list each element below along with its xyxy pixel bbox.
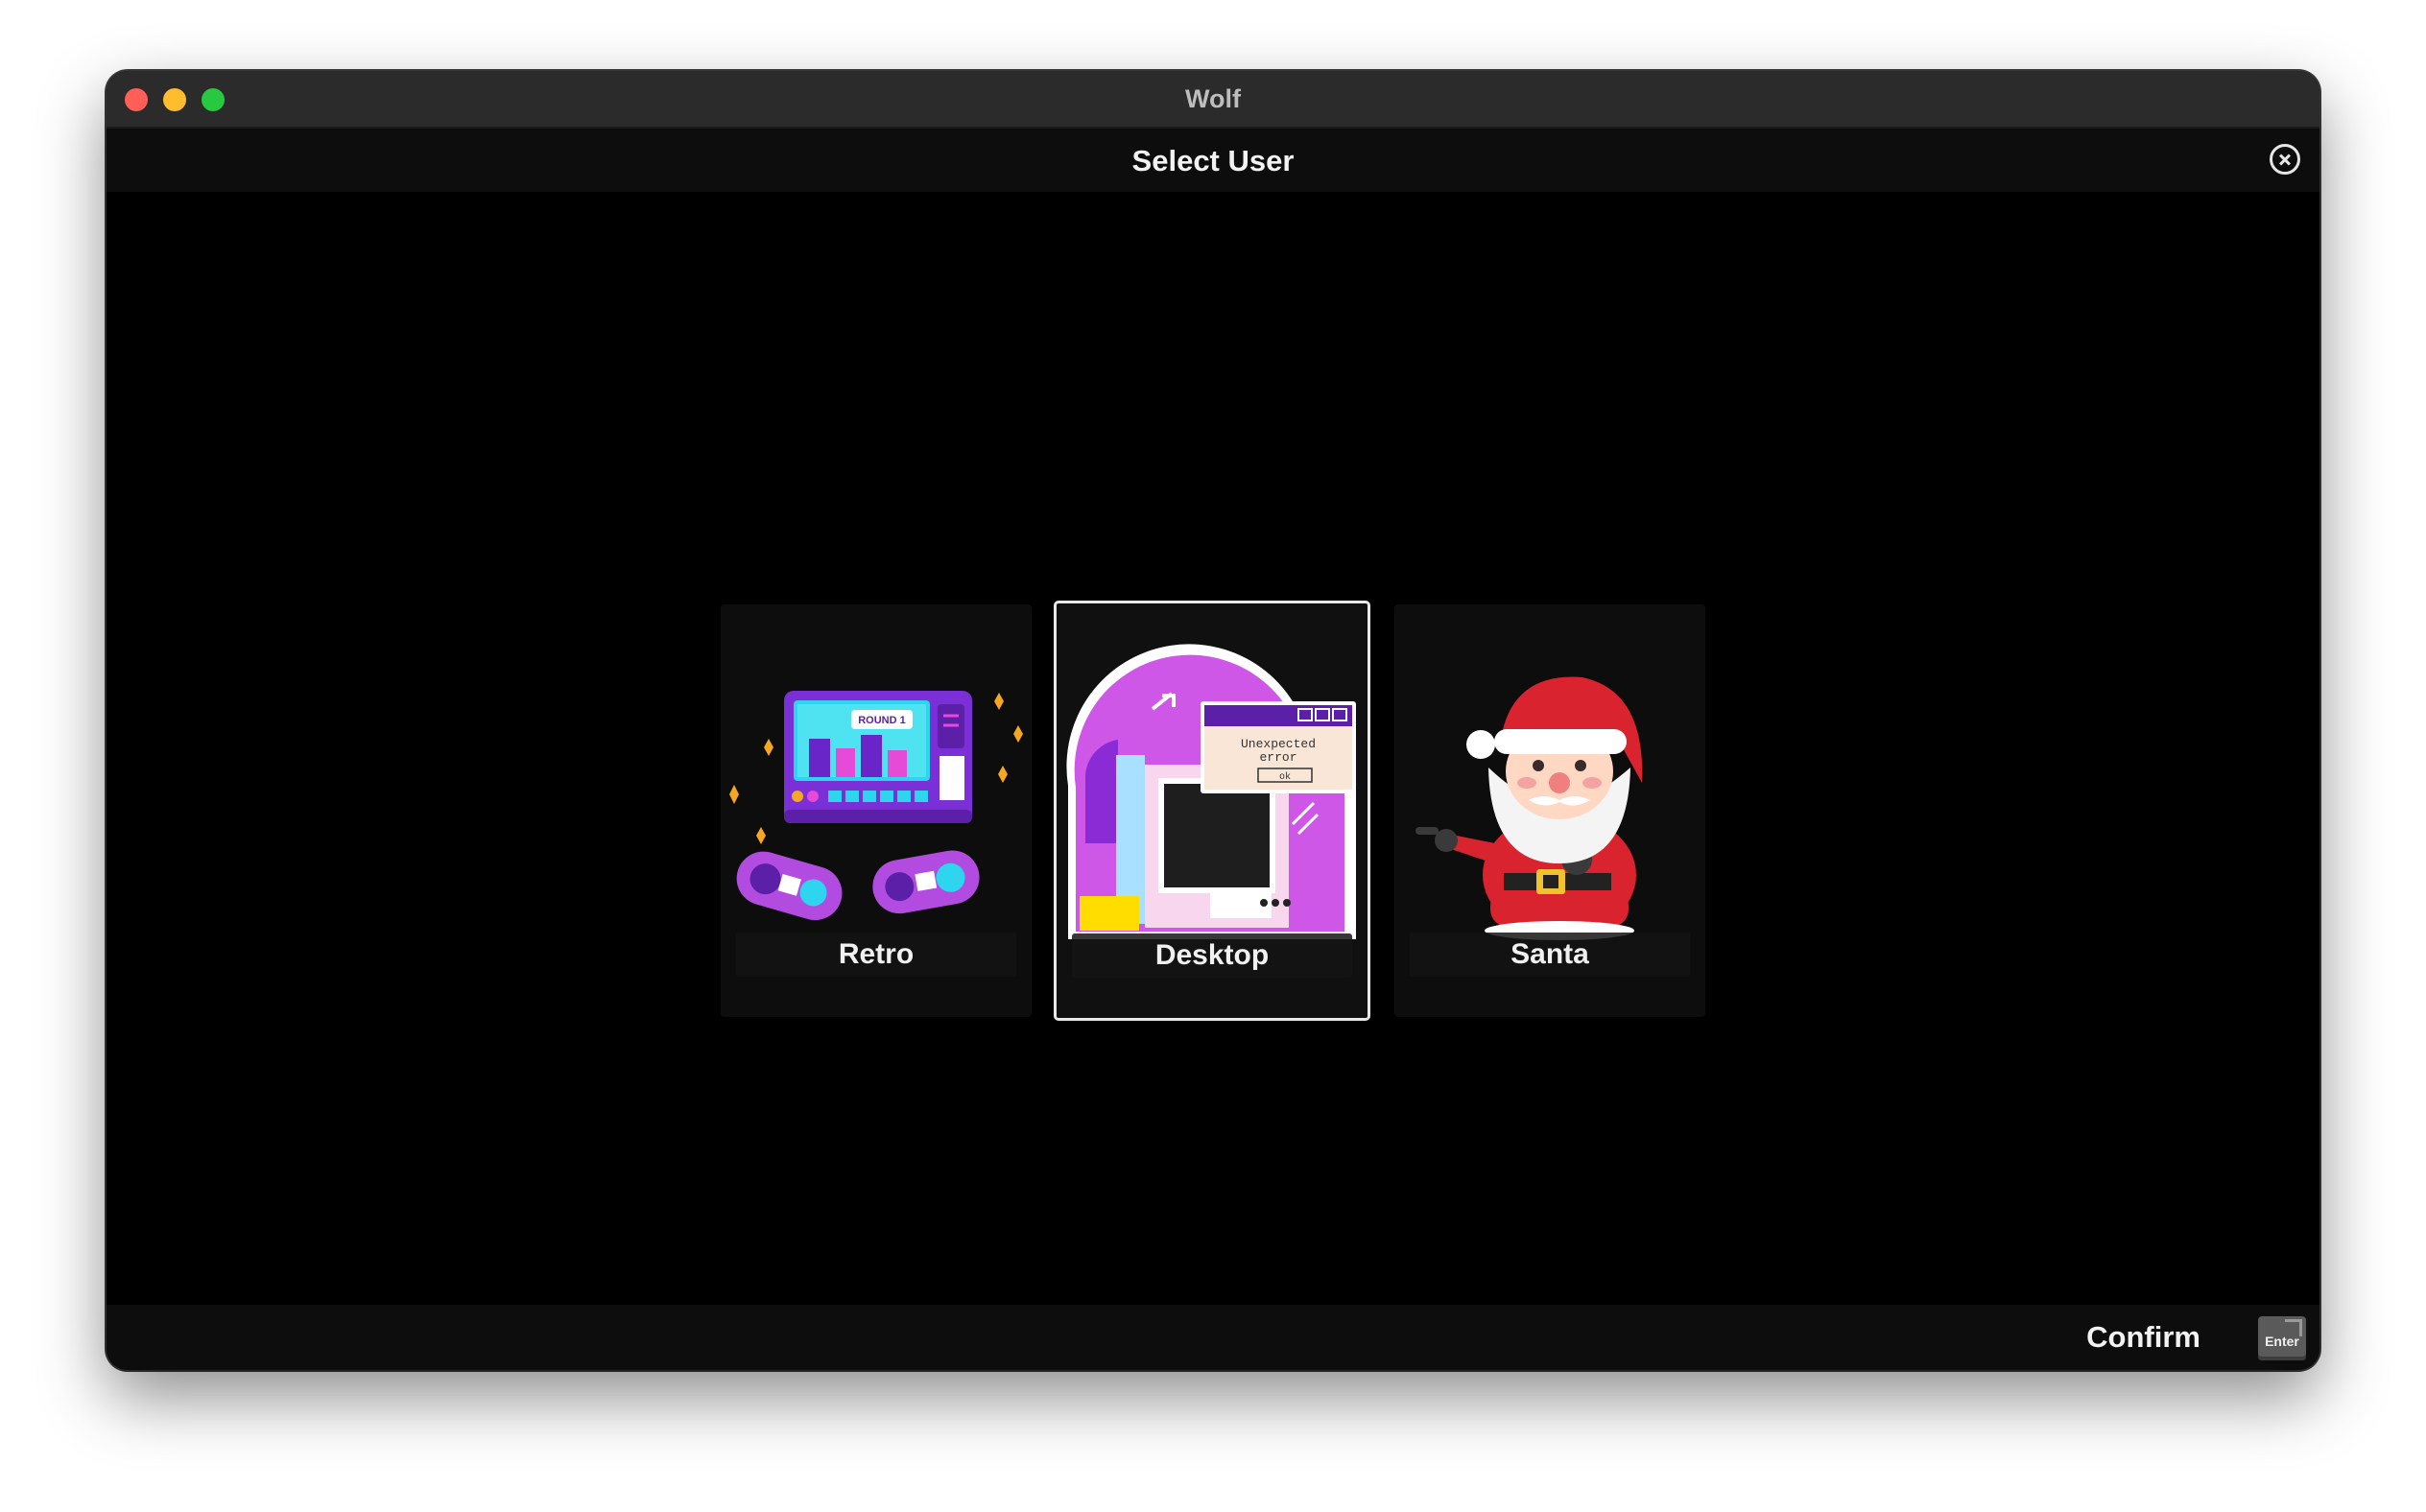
user-name-label: Desktop bbox=[1072, 933, 1352, 978]
user-card-retro[interactable]: ROUND 1 Retro bbox=[721, 604, 1032, 1017]
close-icon[interactable] bbox=[2270, 144, 2300, 175]
dialog-ok-text: ok bbox=[1279, 771, 1291, 783]
dialog-text-line2: error bbox=[1259, 750, 1296, 765]
window-title: Wolf bbox=[1185, 84, 1241, 113]
dialog-footer: Confirm Enter bbox=[107, 1305, 2319, 1370]
app-window: Wolf Select User ROUND 1 Retro Unexpecte… bbox=[107, 71, 2319, 1370]
page-title: Select User bbox=[1131, 144, 1295, 177]
enter-key-icon[interactable]: Enter bbox=[2258, 1316, 2306, 1360]
user-name-label: Retro bbox=[736, 933, 1016, 977]
dialog-text-line1: Unexpected bbox=[1241, 737, 1316, 751]
title-bar: Wolf bbox=[107, 71, 2319, 129]
user-card-desktop[interactable]: Unexpected error ok Desktop bbox=[1054, 601, 1370, 1021]
dialog-header: Select User bbox=[107, 129, 2319, 192]
user-card-santa[interactable]: Santa bbox=[1394, 604, 1705, 1017]
user-name-label: Santa bbox=[1410, 933, 1690, 977]
retro-screen-text: ROUND 1 bbox=[858, 715, 906, 726]
user-selection-area: ROUND 1 Retro Unexpected error ok Deskto… bbox=[107, 192, 2319, 1299]
confirm-button[interactable]: Confirm bbox=[2086, 1320, 2200, 1355]
